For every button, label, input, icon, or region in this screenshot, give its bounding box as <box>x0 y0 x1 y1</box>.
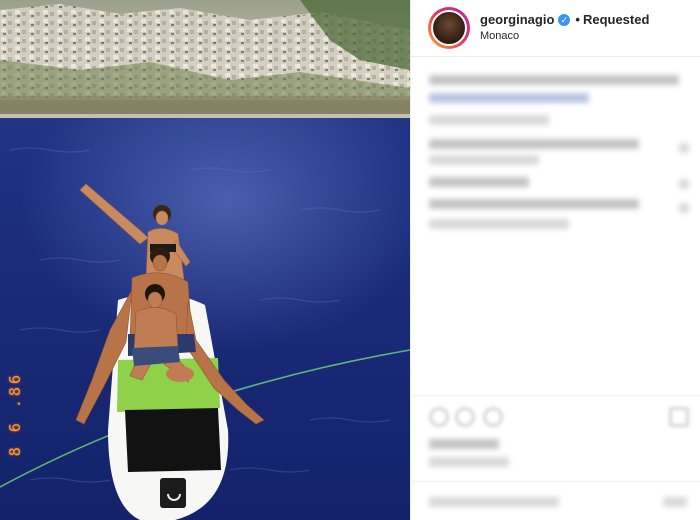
heart-icon[interactable] <box>429 407 449 427</box>
blurred-comment-line <box>429 139 639 149</box>
instagram-post: 8 6 .86 georginagio ✓ • Requested Monaco <box>0 0 700 520</box>
blurred-add-comment[interactable] <box>429 497 559 507</box>
requested-button[interactable]: Requested <box>583 11 649 28</box>
blurred-comment-line <box>429 155 539 165</box>
blurred-comments-area <box>411 57 700 520</box>
blurred-post-button[interactable] <box>663 497 687 507</box>
story-ring[interactable] <box>428 7 470 49</box>
blurred-comment-line <box>429 177 529 187</box>
comment-input-divider <box>411 481 700 482</box>
share-icon[interactable] <box>483 407 503 427</box>
blurred-comment-line <box>429 219 569 229</box>
blurred-comment-line <box>429 199 639 209</box>
blurred-like-marker <box>679 143 689 153</box>
blurred-like-marker <box>679 179 689 189</box>
blurred-hashtags-line <box>429 93 589 103</box>
post-sidebar: georginagio ✓ • Requested Monaco <box>410 0 700 520</box>
blurred-caption-line <box>429 75 679 85</box>
verified-badge-icon: ✓ <box>558 13 571 26</box>
actions-divider <box>411 395 700 396</box>
avatar[interactable] <box>431 10 467 46</box>
blurred-like-marker <box>679 203 689 213</box>
comment-icon[interactable] <box>455 407 475 427</box>
blurred-post-date <box>429 457 509 467</box>
author-info: georginagio ✓ • Requested Monaco <box>480 11 649 45</box>
username-link[interactable]: georginagio <box>480 11 554 28</box>
blurred-likes-count <box>429 439 499 449</box>
post-header: georginagio ✓ • Requested Monaco <box>411 0 700 57</box>
post-photo[interactable]: 8 6 .86 <box>0 0 410 520</box>
bookmark-icon[interactable] <box>669 407 689 427</box>
photo-scene <box>0 0 410 520</box>
blurred-timestamp-line <box>429 115 549 125</box>
separator-dot: • <box>575 12 580 27</box>
photo-date-stamp: 8 6 .86 <box>6 372 24 457</box>
location-link[interactable]: Monaco <box>480 28 649 45</box>
